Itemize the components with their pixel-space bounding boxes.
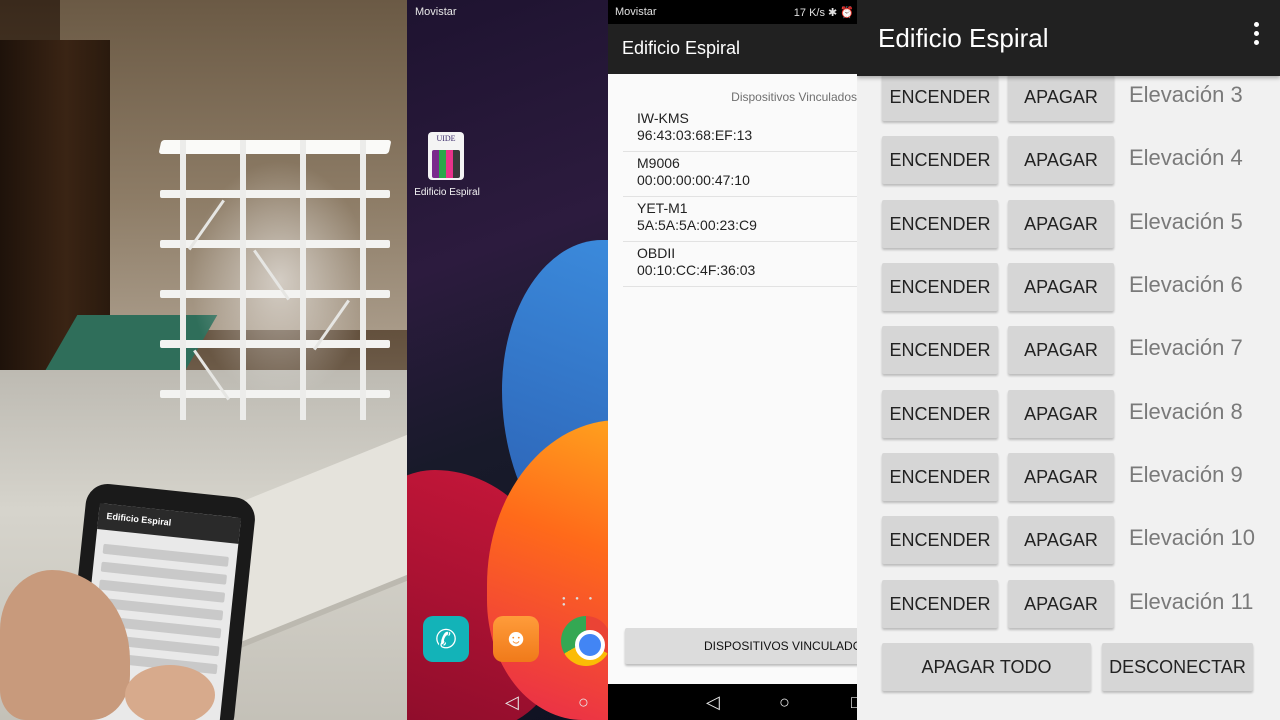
device-mac: 5A:5A:5A:00:23:C9	[637, 217, 757, 233]
turn-off-button[interactable]: APAGAR	[1008, 516, 1114, 564]
floor-row: ENCENDER APAGAR Elevación 5	[857, 200, 1280, 248]
floor-row: ENCENDER APAGAR Elevación 10	[857, 516, 1280, 564]
turn-on-button[interactable]: ENCENDER	[882, 263, 998, 311]
device-item[interactable]: OBDII 00:10:CC:4F:36:03	[623, 242, 857, 287]
turn-on-button[interactable]: ENCENDER	[882, 200, 998, 248]
uide-logo: UIDE	[436, 134, 456, 143]
turn-off-button[interactable]: APAGAR	[1008, 263, 1114, 311]
floor-row: ENCENDER APAGAR Elevación 7	[857, 326, 1280, 374]
back-icon[interactable]: ◁	[706, 692, 720, 713]
floor-row: ENCENDER APAGAR Elevación 11	[857, 580, 1280, 628]
device-item[interactable]: M9006 00:00:00:00:47:10	[623, 152, 857, 197]
floor-row: ENCENDER APAGAR Elevación 8	[857, 390, 1280, 438]
turn-on-button[interactable]: ENCENDER	[882, 390, 998, 438]
composite-screenshot: Edificio Espiral Movistar UIDE Edificio …	[0, 0, 1280, 720]
contacts-icon[interactable]: ☻	[493, 616, 539, 662]
turn-off-button[interactable]: APAGAR	[1008, 390, 1114, 438]
floor-row: ENCENDER APAGAR Elevación 4	[857, 136, 1280, 184]
turn-off-button[interactable]: APAGAR	[1008, 580, 1114, 628]
phone-icon[interactable]: ✆	[423, 616, 469, 662]
status-carrier: Movistar	[615, 6, 657, 18]
device-item[interactable]: IW-KMS 96:43:03:68:EF:13	[623, 107, 857, 152]
disconnect-button[interactable]: DESCONECTAR	[1102, 643, 1253, 691]
device-mac: 00:10:CC:4F:36:03	[637, 262, 756, 278]
device-mac: 00:00:00:00:47:10	[637, 172, 750, 188]
device-name: IW-KMS	[637, 110, 689, 126]
turn-on-button[interactable]: ENCENDER	[882, 326, 998, 374]
turn-off-button[interactable]: APAGAR	[1008, 200, 1114, 248]
floor-row: ENCENDER APAGAR Elevación 9	[857, 453, 1280, 501]
device-mac: 96:43:03:68:EF:13	[637, 127, 753, 143]
page-indicator: ● ● ● ●	[562, 596, 597, 608]
floor-label: Elevación 3	[1129, 82, 1243, 107]
floor-label: Elevación 11	[1129, 589, 1254, 614]
home-icon[interactable]: ○	[779, 692, 790, 713]
floor-label: Elevación 8	[1129, 399, 1243, 424]
status-bar: Movistar 17 K/s ✱ ⏰	[608, 0, 857, 24]
turn-all-off-button[interactable]: APAGAR TODO	[882, 643, 1091, 691]
device-name: YET-M1	[637, 200, 688, 216]
app-title: Edificio Espiral	[622, 38, 741, 58]
home-icon[interactable]: ○	[578, 692, 589, 713]
turn-on-button[interactable]: ENCENDER	[882, 73, 998, 121]
floor-row: ENCENDER APAGAR Elevación 3	[857, 73, 1280, 121]
turn-on-button[interactable]: ENCENDER	[882, 580, 998, 628]
android-home-screen: Movistar UIDE Edificio Espiral ● ● ● ● ✆…	[407, 0, 608, 720]
turn-on-button[interactable]: ENCENDER	[882, 453, 998, 501]
app-title: Edificio Espiral	[878, 23, 1049, 53]
navigation-bar: ◁ ○ □	[608, 684, 857, 720]
status-bar-carrier: Movistar	[415, 6, 457, 18]
edificio-espiral-app-icon[interactable]: UIDE	[428, 132, 464, 180]
turn-off-button[interactable]: APAGAR	[1008, 136, 1114, 184]
floor-label: Elevación 4	[1129, 145, 1243, 170]
section-header: Dispositivos Vinculados	[731, 90, 857, 104]
turn-off-button[interactable]: APAGAR	[1008, 326, 1114, 374]
turn-off-button[interactable]: APAGAR	[1008, 453, 1114, 501]
navigation-bar: ◁ ○	[407, 684, 608, 720]
building-model-photo: Edificio Espiral	[0, 0, 407, 720]
overflow-menu-icon[interactable]	[1254, 22, 1260, 50]
floor-label: Elevación 6	[1129, 272, 1243, 297]
floor-label: Elevación 10	[1129, 525, 1255, 550]
floor-control-screen: Edificio Espiral ENCENDER APAGAR Elevaci…	[857, 0, 1280, 720]
app-bar: Edificio Espiral	[857, 0, 1280, 76]
floor-label: Elevación 7	[1129, 335, 1243, 360]
app-bar: Edificio Espiral	[608, 24, 857, 74]
app-icon-label[interactable]: Edificio Espiral	[407, 187, 487, 198]
thumb	[125, 665, 215, 720]
device-list-screen: Movistar 17 K/s ✱ ⏰ Edificio Espiral Dis…	[608, 0, 857, 720]
chrome-icon[interactable]	[561, 616, 608, 666]
turn-off-button[interactable]: APAGAR	[1008, 73, 1114, 121]
floor-label: Elevación 9	[1129, 462, 1243, 487]
paired-devices-button[interactable]: DISPOSITIVOS VINCULADOS	[625, 628, 857, 664]
status-right: 17 K/s ✱ ⏰	[793, 7, 854, 19]
back-icon[interactable]: ◁	[505, 692, 519, 713]
turn-on-button[interactable]: ENCENDER	[882, 136, 998, 184]
floor-label: Elevación 5	[1129, 209, 1243, 234]
device-name: OBDII	[637, 245, 676, 261]
turn-on-button[interactable]: ENCENDER	[882, 516, 998, 564]
building-model	[150, 130, 400, 430]
device-item[interactable]: YET-M1 5A:5A:5A:00:23:C9	[623, 197, 857, 242]
device-name: M9006	[637, 155, 680, 171]
floor-row: ENCENDER APAGAR Elevación 6	[857, 263, 1280, 311]
